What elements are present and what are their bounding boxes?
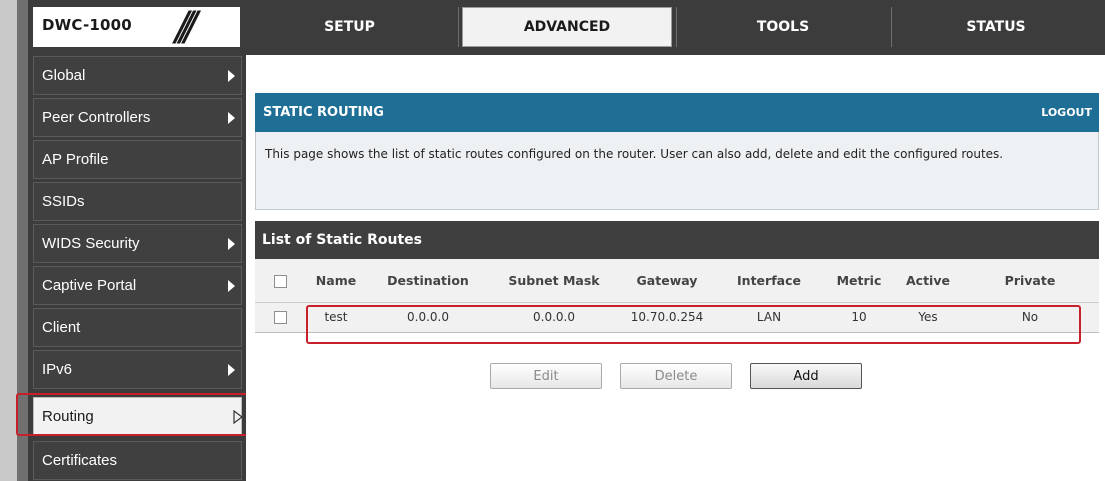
top-navigation-bar: DWC-1000 /// SETUP ADVANCED TOOLS STATUS [28, 0, 1105, 55]
sidebar-item-ssids[interactable]: SSIDs [33, 182, 242, 221]
left-edge-strip [0, 0, 28, 481]
cell-subnet-mask: 0.0.0.0 [489, 302, 619, 333]
cell-metric: 10 [823, 302, 895, 333]
column-header-name: Name [305, 259, 367, 303]
cell-destination: 0.0.0.0 [367, 302, 489, 333]
page-title: STATIC ROUTING [263, 105, 384, 120]
list-title: List of Static Routes [255, 221, 1099, 259]
column-header-interface: Interface [715, 259, 823, 303]
static-routing-panel: STATIC ROUTING LOGOUT This page shows th… [255, 93, 1099, 210]
select-all-checkbox[interactable] [273, 274, 287, 288]
sidebar-item-label: Global [42, 67, 86, 84]
cell-active: Yes [895, 302, 961, 333]
column-header-destination: Destination [367, 259, 489, 303]
logo-slashes: /// [175, 4, 198, 50]
tab-status[interactable]: STATUS [892, 7, 1100, 47]
sidebar-item-label: WIDS Security [42, 235, 140, 252]
cell-private: No [961, 302, 1099, 333]
column-header-metric: Metric [823, 259, 895, 303]
logout-link[interactable]: LOGOUT [1041, 106, 1092, 119]
sidebar-item-label: SSIDs [42, 193, 85, 210]
table-row[interactable]: test 0.0.0.0 0.0.0.0 10.70.0.254 LAN 10 … [255, 302, 1099, 333]
row-checkbox[interactable] [273, 311, 287, 324]
sidebar-item-label: Peer Controllers [42, 109, 151, 126]
tab-tools[interactable]: TOOLS [677, 7, 889, 47]
edit-button[interactable]: Edit [490, 363, 602, 389]
column-header-private: Private [961, 259, 1099, 303]
sidebar-item-label: Client [42, 319, 81, 336]
panel-header: STATIC ROUTING LOGOUT [255, 93, 1099, 132]
cell-interface: LAN [715, 302, 823, 333]
column-header-subnet-mask: Subnet Mask [489, 259, 619, 303]
sidebar-item-ipv6[interactable]: IPv6 [33, 350, 242, 389]
delete-button[interactable]: Delete [620, 363, 732, 389]
page-description: This page shows the list of static route… [255, 132, 1099, 210]
chevron-right-icon [228, 364, 235, 376]
cell-name: test [305, 302, 367, 333]
static-routes-list: List of Static Routes Name Destination S… [255, 221, 1099, 333]
cell-gateway: 10.70.0.254 [619, 302, 715, 333]
sidebar-item-label: AP Profile [42, 151, 109, 168]
chevron-right-icon [228, 112, 235, 124]
sidebar: Global Peer Controllers AP Profile SSIDs… [28, 55, 246, 481]
sidebar-item-label: Routing [42, 408, 94, 425]
column-header-active: Active [895, 259, 961, 303]
sidebar-item-routing[interactable]: Routing [33, 397, 243, 436]
sidebar-item-global[interactable]: Global [33, 56, 242, 95]
sidebar-item-ap-profile[interactable]: AP Profile [33, 140, 242, 179]
product-logo: DWC-1000 /// [33, 4, 243, 50]
sidebar-item-captive-portal[interactable]: Captive Portal [33, 266, 242, 305]
select-all-cell [255, 259, 305, 303]
sidebar-item-wids-security[interactable]: WIDS Security [33, 224, 242, 263]
model-name: DWC-1000 [42, 16, 132, 34]
table-header-row: Name Destination Subnet Mask Gateway Int… [255, 259, 1099, 303]
tab-advanced[interactable]: ADVANCED [462, 7, 672, 47]
sidebar-item-client[interactable]: Client [33, 308, 242, 347]
router-admin-page: DWC-1000 /// SETUP ADVANCED TOOLS STATUS… [0, 0, 1105, 481]
column-header-gateway: Gateway [619, 259, 715, 303]
chevron-right-icon [228, 70, 235, 82]
sidebar-item-label: Certificates [42, 452, 118, 469]
routes-table: Name Destination Subnet Mask Gateway Int… [255, 259, 1099, 333]
sidebar-item-label: IPv6 [42, 361, 73, 378]
add-button[interactable]: Add [750, 363, 862, 389]
sidebar-item-certificates[interactable]: Certificates [33, 441, 242, 480]
tab-setup[interactable]: SETUP [243, 7, 456, 47]
row-select-cell [255, 302, 305, 333]
sidebar-item-peer-controllers[interactable]: Peer Controllers [33, 98, 242, 137]
chevron-right-icon [228, 280, 235, 292]
sidebar-item-label: Captive Portal [42, 277, 137, 294]
chevron-right-icon [228, 238, 235, 250]
